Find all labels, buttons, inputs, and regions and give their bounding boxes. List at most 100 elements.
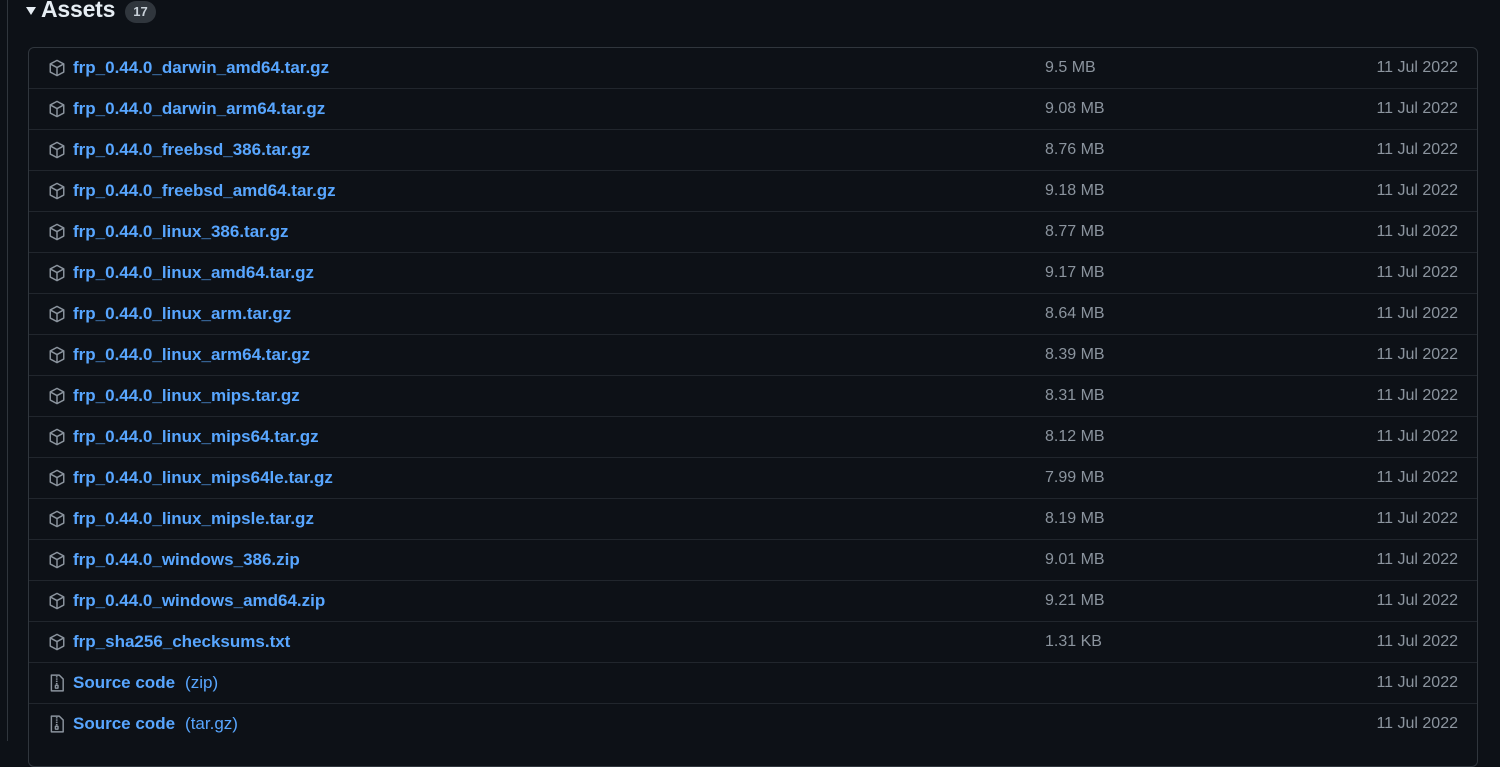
asset-size: 9.18 MB — [1045, 182, 1105, 199]
package-icon — [48, 264, 66, 282]
asset-name: frp_0.44.0_darwin_arm64.tar.gz — [73, 99, 326, 118]
asset-download-link[interactable]: frp_0.44.0_darwin_arm64.tar.gz — [73, 99, 325, 119]
asset-name: frp_0.44.0_linux_386.tar.gz — [73, 222, 289, 241]
asset-size: 8.64 MB — [1045, 305, 1105, 322]
asset-download-link[interactable]: frp_0.44.0_linux_mips.tar.gz — [73, 386, 300, 406]
package-icon — [48, 141, 66, 159]
asset-download-link[interactable]: frp_0.44.0_linux_mips64.tar.gz — [73, 427, 319, 447]
asset-date: 11 Jul 2022 — [1376, 387, 1458, 404]
package-icon — [48, 305, 66, 323]
asset-row: frp_0.44.0_linux_mips.tar.gz 8.31 MB 11 Ju… — [29, 375, 1477, 416]
package-icon — [48, 59, 66, 77]
asset-name: frp_0.44.0_linux_arm.tar.gz — [73, 304, 292, 323]
assets-toggle[interactable]: Assets 17 — [26, 0, 156, 24]
asset-download-link[interactable]: frp_0.44.0_linux_mipsle.tar.gz — [73, 509, 314, 529]
asset-row: frp_0.44.0_freebsd_386.tar.gz 8.76 MB 11 J… — [29, 129, 1477, 170]
asset-date: 11 Jul 2022 — [1376, 264, 1458, 281]
asset-download-link[interactable]: frp_0.44.0_linux_mips64le.tar.gz — [73, 468, 333, 488]
asset-name: Source code — [73, 714, 176, 733]
asset-download-link[interactable]: frp_0.44.0_linux_386.tar.gz — [73, 222, 288, 242]
assets-title: Assets — [41, 0, 116, 22]
asset-download-link[interactable]: frp_0.44.0_freebsd_amd64.tar.gz — [73, 181, 336, 201]
asset-size: 8.76 MB — [1045, 141, 1105, 158]
asset-size: 8.31 MB — [1045, 387, 1105, 404]
asset-date: 11 Jul 2022 — [1376, 592, 1458, 609]
asset-size: 9.01 MB — [1045, 551, 1105, 568]
file-zip-icon — [48, 674, 66, 692]
package-icon — [48, 428, 66, 446]
package-icon — [48, 182, 66, 200]
package-icon — [48, 387, 66, 405]
asset-date: 11 Jul 2022 — [1376, 551, 1458, 568]
asset-row: frp_0.44.0_linux_amd64.tar.gz 9.17 MB 11 J… — [29, 252, 1477, 293]
asset-name: frp_0.44.0_windows_386.zip — [73, 550, 300, 569]
asset-download-link[interactable]: frp_0.44.0_darwin_amd64.tar.gz — [73, 58, 329, 78]
asset-row: frp_0.44.0_linux_arm64.tar.gz 8.39 MB 11 J… — [29, 334, 1477, 375]
asset-date: 11 Jul 2022 — [1376, 100, 1458, 117]
asset-name: frp_0.44.0_freebsd_386.tar.gz — [73, 140, 311, 159]
asset-name: frp_0.44.0_linux_mips.tar.gz — [73, 386, 300, 405]
asset-size: 8.12 MB — [1045, 428, 1105, 445]
asset-name: frp_0.44.0_freebsd_amd64.tar.gz — [73, 181, 336, 200]
asset-size: 9.17 MB — [1045, 264, 1105, 281]
asset-row: frp_0.44.0_linux_mips64.tar.gz 8.12 MB 11 … — [29, 416, 1477, 457]
asset-date: 11 Jul 2022 — [1376, 141, 1458, 158]
asset-date: 11 Jul 2022 — [1376, 223, 1458, 240]
asset-date: 11 Jul 2022 — [1376, 633, 1458, 650]
asset-date: 11 Jul 2022 — [1376, 510, 1458, 527]
assets-count-badge: 17 — [125, 1, 156, 23]
asset-date: 11 Jul 2022 — [1376, 305, 1458, 322]
asset-date: 11 Jul 2022 — [1376, 715, 1458, 732]
asset-name: frp_0.44.0_linux_amd64.tar.gz — [73, 263, 314, 282]
asset-name: Source code — [73, 673, 176, 692]
package-icon — [48, 633, 66, 651]
caret-down-icon — [26, 7, 36, 15]
asset-name: frp_0.44.0_linux_arm64.tar.gz — [73, 345, 311, 364]
asset-row: Source code (zip) 11 Jul 2022 — [29, 662, 1477, 703]
asset-size: 9.21 MB — [1045, 592, 1105, 609]
asset-name: frp_0.44.0_linux_mips64le.tar.gz — [73, 468, 333, 487]
asset-row: frp_0.44.0_freebsd_amd64.tar.gz 9.18 MB 11… — [29, 170, 1477, 211]
asset-name: frp_0.44.0_windows_amd64.zip — [73, 591, 326, 610]
asset-name: frp_sha256_checksums.txt — [73, 632, 291, 651]
asset-download-link[interactable]: frp_sha256_checksums.txt — [73, 632, 290, 652]
asset-download-link[interactable]: Source code (tar.gz) — [73, 714, 238, 734]
asset-row: frp_0.44.0_linux_mipsle.tar.gz 8.19 MB 11 … — [29, 498, 1477, 539]
package-icon — [48, 592, 66, 610]
package-icon — [48, 100, 66, 118]
asset-size: 8.77 MB — [1045, 223, 1105, 240]
asset-date: 11 Jul 2022 — [1376, 469, 1458, 486]
asset-name: frp_0.44.0_linux_mipsle.tar.gz — [73, 509, 314, 528]
asset-row: frp_0.44.0_linux_386.tar.gz 8.77 MB 11 Jul… — [29, 211, 1477, 252]
asset-name: frp_0.44.0_darwin_amd64.tar.gz — [73, 58, 330, 77]
asset-size: 8.19 MB — [1045, 510, 1105, 527]
asset-download-link[interactable]: frp_0.44.0_linux_arm64.tar.gz — [73, 345, 310, 365]
asset-format: (zip) — [185, 673, 219, 692]
timeline-rule — [7, 0, 8, 741]
asset-size: 7.99 MB — [1045, 469, 1105, 486]
asset-row: frp_sha256_checksums.txt 1.31 KB 11 Jul 20… — [29, 621, 1477, 662]
assets-list: frp_0.44.0_darwin_amd64.tar.gz 9.5 MB 11 J… — [28, 47, 1478, 767]
asset-download-link[interactable]: frp_0.44.0_linux_amd64.tar.gz — [73, 263, 314, 283]
package-icon — [48, 510, 66, 528]
package-icon — [48, 551, 66, 569]
asset-row: frp_0.44.0_linux_mips64le.tar.gz 7.99 MB 1… — [29, 457, 1477, 498]
asset-size: 9.5 MB — [1045, 59, 1096, 76]
asset-download-link[interactable]: frp_0.44.0_windows_386.zip — [73, 550, 300, 570]
release-page: Assets 17 frp_0.44.0_darwin_amd64.tar.gz… — [0, 0, 1500, 767]
asset-download-link[interactable]: frp_0.44.0_windows_amd64.zip — [73, 591, 325, 611]
asset-format: (tar.gz) — [185, 714, 238, 733]
asset-size: 9.08 MB — [1045, 100, 1105, 117]
asset-download-link[interactable]: frp_0.44.0_linux_arm.tar.gz — [73, 304, 291, 324]
asset-row: frp_0.44.0_darwin_arm64.tar.gz 9.08 MB 11 … — [29, 88, 1477, 129]
package-icon — [48, 346, 66, 364]
asset-size: 1.31 KB — [1045, 633, 1102, 650]
package-icon — [48, 223, 66, 241]
asset-download-link[interactable]: Source code (zip) — [73, 673, 218, 693]
asset-download-link[interactable]: frp_0.44.0_freebsd_386.tar.gz — [73, 140, 310, 160]
asset-row: frp_0.44.0_windows_386.zip 9.01 MB 11 Jul … — [29, 539, 1477, 580]
asset-date: 11 Jul 2022 — [1376, 428, 1458, 445]
asset-date: 11 Jul 2022 — [1376, 674, 1458, 691]
asset-date: 11 Jul 2022 — [1376, 346, 1458, 363]
asset-row: frp_0.44.0_darwin_amd64.tar.gz 9.5 MB 11 J… — [29, 48, 1477, 88]
